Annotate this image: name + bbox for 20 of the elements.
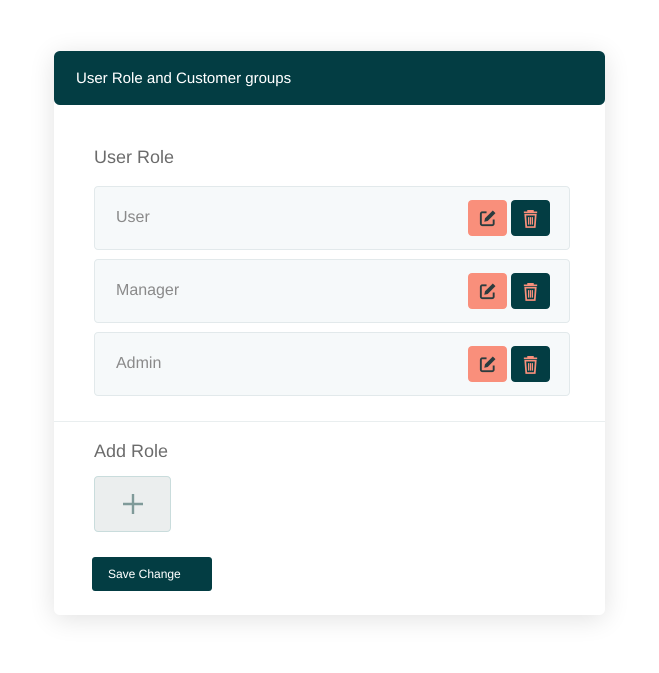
delete-button[interactable]: [511, 200, 550, 236]
trash-icon: [521, 208, 540, 228]
edit-button[interactable]: [468, 273, 507, 309]
section-heading: User Role: [94, 146, 176, 169]
trash-icon: [521, 354, 540, 374]
save-button[interactable]: Save Change: [92, 557, 212, 591]
delete-button[interactable]: [511, 273, 550, 309]
edit-icon: [478, 208, 497, 228]
edit-icon: [478, 282, 497, 300]
edit-button[interactable]: [468, 200, 507, 236]
role-name: Manager: [116, 282, 180, 300]
trash-icon: [521, 282, 540, 300]
delete-button[interactable]: [511, 346, 550, 382]
edit-icon: [478, 354, 497, 374]
plus-icon: [122, 493, 144, 515]
card-title: User Role and Customer groups: [76, 70, 292, 86]
edit-button[interactable]: [468, 346, 507, 382]
role-name: User: [116, 209, 150, 227]
section-heading: Add Role: [94, 440, 168, 463]
role-name: Admin: [116, 355, 162, 373]
